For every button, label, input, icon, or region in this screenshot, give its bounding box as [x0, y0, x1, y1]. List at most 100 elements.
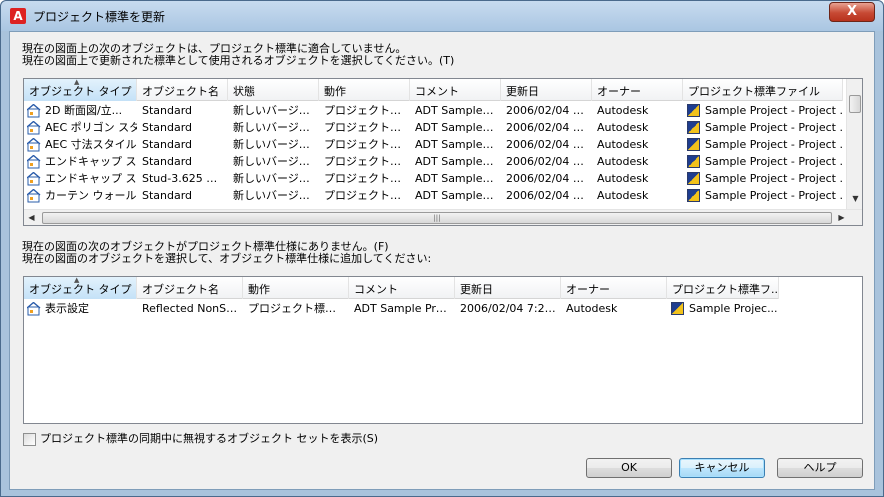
display-config-icon	[26, 301, 42, 316]
table-cell-name: Standard	[142, 189, 193, 202]
column-header-label: 更新日	[506, 85, 539, 98]
standards-file-icon	[687, 155, 700, 168]
table-cell-name: Standard	[142, 104, 193, 117]
cancel-button[interactable]: キャンセル	[679, 458, 765, 478]
table-cell-file: Sample Project - Project ...	[683, 119, 843, 136]
column-header-6[interactable]: オーナー	[592, 79, 683, 101]
column-header-0[interactable]: ▲ オブジェクト タイプ	[24, 277, 137, 299]
table-cell-file: Sample Project - Project ...	[683, 187, 843, 204]
vertical-scrollbar[interactable]: ▼	[846, 79, 862, 209]
standards-file-icon	[687, 172, 700, 185]
column-header-3[interactable]: 動作	[319, 79, 410, 101]
table-cell-comment: ADT Sample ...	[415, 138, 497, 151]
table-cell-owner: Autodesk	[597, 121, 649, 134]
table-cell-comment: ADT Sample ...	[415, 104, 497, 117]
table-row[interactable]: カーテン ウォール ... Standard 新しいバージョンプロジェクト標... A…	[24, 187, 843, 204]
ignore-set-checkbox-label[interactable]: プロジェクト標準の同期中に無視するオブジェクト セットを表示(S)	[40, 432, 378, 446]
column-header-label: オブジェクト名	[142, 85, 219, 98]
column-header-label: プロジェクト標準ファイル	[688, 85, 820, 98]
table-cell-file: Sample Project - Project ...	[683, 170, 843, 187]
table-cell-comment: ADT Sample ...	[415, 189, 497, 202]
column-header-0[interactable]: ▲ オブジェクト タイプ	[24, 79, 137, 101]
scroll-left-arrow-icon[interactable]: ◀	[26, 213, 37, 222]
table-cell-action: プロジェクト標...	[324, 189, 410, 202]
table-cell-action: プロジェクト標...	[324, 155, 410, 168]
column-header-label: 状態	[233, 85, 255, 98]
table-cell-status: 新しいバージョン	[233, 138, 319, 151]
column-header-label: 動作	[248, 283, 270, 296]
column-header-4[interactable]: 更新日	[455, 277, 561, 299]
dialog-window: A プロジェクト標準を更新 X 現在の図面上の次のオブジェクトは、プロジェクト標…	[0, 0, 884, 497]
table-row[interactable]: 表示設定 Reflected NonSt... プロジェクト標準に... ADT Sa…	[24, 300, 779, 317]
column-header-3[interactable]: コメント	[349, 277, 455, 299]
table-cell-action: プロジェクト標...	[324, 104, 410, 117]
list-header: ▲ オブジェクト タイプ オブジェクト名 動作 コメント 更新日 オーナー プロジェクト標準フ…	[24, 277, 779, 299]
table-cell-type: AEC 寸法スタイル	[24, 136, 137, 153]
table-cell-type: エンドキャップ スタ...	[24, 153, 137, 170]
table-cell-date: 2006/02/04 7:...	[506, 155, 592, 168]
table-cell-name: Stud-3.625 G...	[142, 172, 226, 185]
column-header-label: オブジェクト タイプ	[29, 283, 132, 296]
table-cell-date: 2006/02/04 7:...	[506, 104, 592, 117]
column-header-4[interactable]: コメント	[410, 79, 501, 101]
scrollbar-thumb[interactable]	[849, 95, 861, 113]
scroll-right-arrow-icon[interactable]: ▶	[836, 213, 847, 222]
table-cell-owner: Autodesk	[597, 172, 649, 185]
ok-button[interactable]: OK	[586, 458, 672, 478]
standards-file-icon	[671, 302, 684, 315]
nonconforming-objects-list[interactable]: ▲ オブジェクト タイプ オブジェクト名 状態 動作 コメント 更新日 オーナー プロジェクト標…	[23, 78, 863, 226]
curtain-wall-icon	[26, 188, 42, 203]
endcap-style-icon	[26, 171, 42, 186]
column-header-7[interactable]: プロジェクト標準ファイル	[683, 79, 843, 101]
table-cell-status: 新しいバージョン	[233, 121, 319, 134]
top-instruction-line2: 現在の図面上で更新された標準として使用されるオブジェクトを選択してください。(T…	[22, 54, 455, 67]
scrollbar-thumb-horizontal[interactable]: |||	[42, 212, 832, 224]
column-header-2[interactable]: 状態	[228, 79, 319, 101]
standards-file-icon	[687, 104, 700, 117]
table-row[interactable]: 2D 断面図/立... Standard 新しいバージョン プロジェクト標... ADT…	[24, 102, 843, 119]
table-cell-action: プロジェクト標準に...	[248, 302, 349, 315]
ignore-set-checkbox[interactable]	[23, 433, 36, 446]
table-cell-action: プロジェクト標...	[324, 138, 410, 151]
table-cell-type: カーテン ウォール ...	[24, 187, 137, 204]
title-bar[interactable]: A プロジェクト標準を更新 X	[1, 1, 883, 31]
column-header-label: オブジェクト名	[142, 283, 219, 296]
horizontal-scrollbar[interactable]: ◀ ||| ▶	[24, 209, 862, 225]
table-cell-name: Standard	[142, 155, 193, 168]
table-row[interactable]: AEC 寸法スタイル Standard 新しいバージョン プロジェクト標... ADT …	[24, 136, 843, 153]
table-cell-owner: Autodesk	[597, 155, 649, 168]
scroll-down-arrow-icon[interactable]: ▼	[850, 194, 861, 203]
column-header-2[interactable]: 動作	[243, 277, 349, 299]
table-cell-file: Sample Project - Project ...	[683, 102, 843, 119]
table-cell-owner: Autodesk	[597, 138, 649, 151]
column-header-label: コメント	[415, 85, 459, 98]
close-button[interactable]: X	[829, 2, 875, 22]
table-cell-date: 2006/02/04 7:22:...	[460, 302, 561, 315]
column-header-label: オブジェクト タイプ	[29, 85, 132, 98]
table-row[interactable]: エンドキャップ スタ... Standard 新しいバージョンプロジェクト標... A…	[24, 153, 843, 170]
column-header-label: 動作	[324, 85, 346, 98]
table-cell-comment: ADT Sample ...	[415, 172, 497, 185]
window-title: プロジェクト標準を更新	[33, 10, 166, 24]
table-row[interactable]: エンドキャップ スタ... Stud-3.625 G... 新しいバージョンプロジェ…	[24, 170, 843, 187]
column-header-label: コメント	[354, 283, 398, 296]
column-header-1[interactable]: オブジェクト名	[137, 79, 228, 101]
table-cell-status: 新しいバージョン	[233, 104, 319, 117]
table-row[interactable]: AEC ポリゴン スタ... Standard 新しいバージョンプロジェクト標...…	[24, 119, 843, 136]
standards-file-icon	[687, 121, 700, 134]
column-header-5[interactable]: 更新日	[501, 79, 592, 101]
column-header-6[interactable]: プロジェクト標準フ...	[667, 277, 779, 299]
dialog-client-area: 現在の図面上の次のオブジェクトは、プロジェクト標準に適合していません。 現在の図…	[9, 31, 875, 490]
table-cell-type: AEC ポリゴン スタ...	[24, 119, 137, 136]
help-button[interactable]: ヘルプ	[777, 458, 863, 478]
column-header-1[interactable]: オブジェクト名	[137, 277, 243, 299]
missing-objects-list[interactable]: ▲ オブジェクト タイプ オブジェクト名 動作 コメント 更新日 オーナー プロジェクト標準フ…	[23, 276, 863, 424]
list-header: ▲ オブジェクト タイプ オブジェクト名 状態 動作 コメント 更新日 オーナー プロジェクト標…	[24, 79, 843, 101]
table-cell-owner: Autodesk	[597, 104, 649, 117]
sort-ascending-icon: ▲	[74, 277, 80, 284]
table-cell-action: プロジェクト標...	[324, 121, 410, 134]
table-cell-date: 2006/02/04 7:...	[506, 189, 592, 202]
column-header-5[interactable]: オーナー	[561, 277, 667, 299]
building-2d-icon	[26, 103, 42, 118]
table-cell-owner: Autodesk	[597, 189, 649, 202]
